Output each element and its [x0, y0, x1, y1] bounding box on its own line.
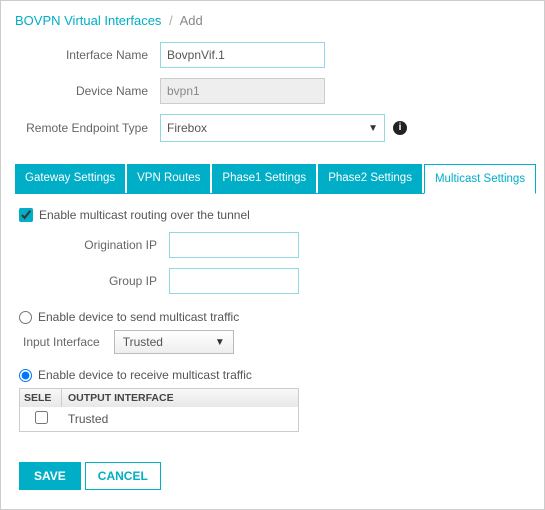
cancel-button[interactable]: CANCEL [85, 462, 161, 490]
radio-receive-multicast-label: Enable device to receive multicast traff… [38, 368, 252, 382]
chevron-down-icon: ▼ [215, 337, 225, 348]
enable-multicast-routing-label: Enable multicast routing over the tunnel [39, 208, 250, 222]
input-interface-label: Input Interface [23, 335, 100, 349]
radio-send-multicast[interactable] [19, 311, 32, 324]
input-interface-select[interactable]: Trusted ▼ [114, 330, 234, 354]
interface-name-input[interactable] [160, 42, 325, 68]
tab-phase2-settings[interactable]: Phase2 Settings [318, 164, 422, 193]
save-button[interactable]: SAVE [19, 462, 81, 490]
group-ip-label: Group IP [19, 274, 169, 288]
breadcrumb: BOVPN Virtual Interfaces / Add [15, 13, 530, 28]
radio-receive-multicast[interactable] [19, 369, 32, 382]
tab-body-multicast: Enable multicast routing over the tunnel… [15, 194, 530, 494]
table-row-name: Trusted [62, 412, 298, 426]
input-interface-value: Trusted [123, 335, 163, 349]
chevron-down-icon: ▼ [368, 123, 378, 134]
breadcrumb-parent[interactable]: BOVPN Virtual Interfaces [15, 13, 161, 28]
tab-bar: Gateway Settings VPN Routes Phase1 Setti… [15, 164, 530, 194]
radio-send-multicast-label: Enable device to send multicast traffic [38, 310, 239, 324]
table-header-output: OUTPUT INTERFACE [62, 389, 298, 407]
tab-vpn-routes[interactable]: VPN Routes [127, 164, 210, 193]
enable-multicast-routing-checkbox[interactable] [19, 208, 33, 222]
breadcrumb-separator: / [169, 13, 173, 28]
breadcrumb-current: Add [180, 13, 203, 28]
output-interface-table: SELE OUTPUT INTERFACE Trusted [19, 388, 299, 432]
remote-endpoint-value: Firebox [167, 121, 207, 135]
table-header-sele: SELE [20, 389, 62, 407]
remote-endpoint-label: Remote Endpoint Type [15, 121, 160, 135]
device-name-input [160, 78, 325, 104]
info-icon[interactable]: i [393, 121, 407, 135]
table-row-checkbox[interactable] [35, 411, 48, 424]
interface-name-label: Interface Name [15, 48, 160, 62]
device-name-label: Device Name [15, 84, 160, 98]
table-row: Trusted [20, 407, 298, 431]
group-ip-input[interactable] [169, 268, 299, 294]
tab-multicast-settings[interactable]: Multicast Settings [424, 164, 536, 194]
origination-ip-label: Origination IP [19, 238, 169, 252]
tab-phase1-settings[interactable]: Phase1 Settings [212, 164, 316, 193]
remote-endpoint-select[interactable]: Firebox ▼ [160, 114, 385, 142]
origination-ip-input[interactable] [169, 232, 299, 258]
tab-gateway-settings[interactable]: Gateway Settings [15, 164, 125, 193]
